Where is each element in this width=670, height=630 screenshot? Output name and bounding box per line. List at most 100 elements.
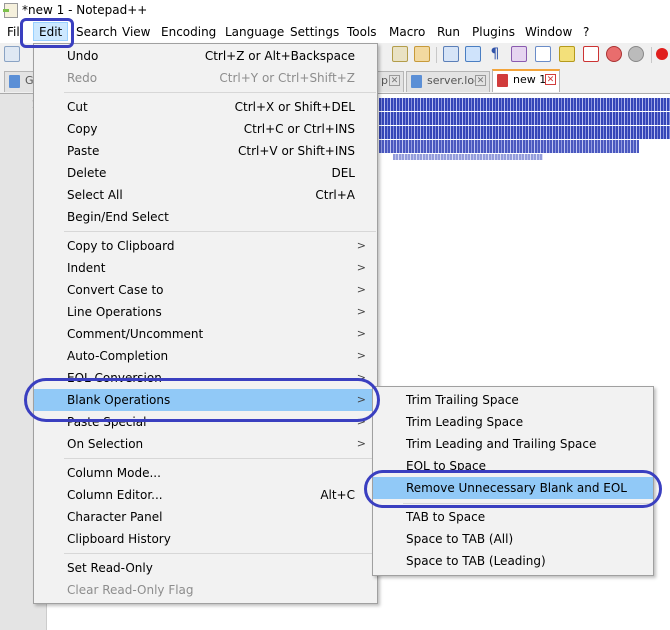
- menu-item-set-read-only[interactable]: Set Read-Only: [34, 557, 377, 579]
- function-list-icon[interactable]: [559, 46, 575, 62]
- menu-item-on-selection[interactable]: On Selection >: [34, 433, 377, 455]
- menu-run[interactable]: Run: [437, 25, 460, 39]
- menu-item-label: Delete: [67, 166, 107, 180]
- menu-item-convert-case[interactable]: Convert Case to >: [34, 279, 377, 301]
- submenu-item-space-to-tab-leading[interactable]: Space to TAB (Leading): [373, 550, 653, 572]
- menu-item-column-mode[interactable]: Column Mode...: [34, 462, 377, 484]
- submenu-item-tab-to-space[interactable]: TAB to Space: [373, 506, 653, 528]
- menu-tools[interactable]: Tools: [347, 25, 377, 39]
- menu-file[interactable]: Fil: [7, 25, 20, 39]
- close-tab-icon[interactable]: ✕: [389, 75, 400, 86]
- replace-icon[interactable]: [414, 46, 430, 62]
- menu-item-paste[interactable]: Paste Ctrl+V or Shift+INS: [34, 140, 377, 162]
- menu-item-auto-completion[interactable]: Auto-Completion >: [34, 345, 377, 367]
- tab-label: p: [381, 74, 388, 87]
- submenu-item-trim-leading-space[interactable]: Trim Leading Space: [373, 411, 653, 433]
- menu-item-copy-to-clipboard[interactable]: Copy to Clipboard >: [34, 235, 377, 257]
- submenu-item-space-to-tab-all[interactable]: Space to TAB (All): [373, 528, 653, 550]
- menu-item-paste-special[interactable]: Paste Special >: [34, 411, 377, 433]
- menu-item-clear-read-only-flag[interactable]: Clear Read-Only Flag: [34, 579, 377, 601]
- menu-item-redo[interactable]: Redo Ctrl+Y or Ctrl+Shift+Z: [34, 67, 377, 89]
- menu-item-shortcut: Ctrl+C or Ctrl+INS: [243, 122, 355, 136]
- menu-item-eol-conversion[interactable]: EOL Conversion >: [34, 367, 377, 389]
- new-file-icon[interactable]: [4, 46, 20, 62]
- folder-as-workspace-icon[interactable]: [583, 46, 599, 62]
- menu-window[interactable]: Window: [525, 25, 572, 39]
- menu-item-shortcut: Alt+C: [320, 488, 355, 502]
- menu-item-blank-operations[interactable]: Blank Operations >: [34, 389, 377, 411]
- menu-plugins[interactable]: Plugins: [472, 25, 515, 39]
- chevron-right-icon: >: [356, 305, 366, 318]
- menu-settings[interactable]: Settings: [290, 25, 339, 39]
- submenu-item-trim-leading-trailing-space[interactable]: Trim Leading and Trailing Space: [373, 433, 653, 455]
- menu-help[interactable]: ?: [583, 25, 589, 39]
- menu-item-label: Convert Case to: [67, 283, 164, 297]
- menu-item-character-panel[interactable]: Character Panel: [34, 506, 377, 528]
- menu-item-indent[interactable]: Indent >: [34, 257, 377, 279]
- toolbar-separator: [651, 47, 652, 63]
- menu-item-label: Auto-Completion: [67, 349, 169, 363]
- tab-new-1[interactable]: new 1 ✕: [492, 69, 560, 92]
- chevron-right-icon: >: [356, 239, 366, 252]
- menu-item-label: Space to TAB (Leading): [406, 554, 546, 568]
- menu-item-clipboard-history[interactable]: Clipboard History: [34, 528, 377, 550]
- blank-operations-submenu: Trim Trailing Space Trim Leading Space T…: [372, 386, 654, 576]
- menu-item-shortcut: Ctrl+X or Shift+DEL: [234, 100, 355, 114]
- menu-item-label: Copy: [67, 122, 98, 136]
- chevron-right-icon: >: [356, 393, 366, 406]
- stop-macro-icon[interactable]: [628, 46, 644, 62]
- menu-edit[interactable]: Edit: [33, 22, 69, 41]
- zoom-in-icon[interactable]: [443, 46, 459, 62]
- menu-item-label: Character Panel: [67, 510, 163, 524]
- menu-item-shortcut: Ctrl+Y or Ctrl+Shift+Z: [219, 71, 355, 85]
- menu-item-copy[interactable]: Copy Ctrl+C or Ctrl+INS: [34, 118, 377, 140]
- menu-item-cut[interactable]: Cut Ctrl+X or Shift+DEL: [34, 96, 377, 118]
- find-icon[interactable]: [392, 46, 408, 62]
- chevron-right-icon: >: [356, 415, 366, 428]
- menu-separator: [64, 231, 376, 232]
- menu-item-delete[interactable]: Delete DEL: [34, 162, 377, 184]
- menu-separator: [64, 553, 376, 554]
- menu-separator: [403, 503, 651, 504]
- file-icon: [9, 75, 20, 88]
- playback-icon[interactable]: [656, 48, 668, 60]
- chevron-right-icon: >: [356, 283, 366, 296]
- close-tab-icon[interactable]: ✕: [475, 75, 486, 86]
- menu-item-comment-uncomment[interactable]: Comment/Uncomment >: [34, 323, 377, 345]
- chevron-right-icon: >: [356, 349, 366, 362]
- menu-item-label: TAB to Space: [406, 510, 486, 524]
- menu-item-label: Blank Operations: [67, 393, 171, 407]
- menu-bar: Fil Edit Search View Encoding Language S…: [0, 22, 670, 44]
- menu-item-select-all[interactable]: Select All Ctrl+A: [34, 184, 377, 206]
- chevron-right-icon: >: [356, 261, 366, 274]
- word-wrap-icon[interactable]: [465, 46, 481, 62]
- submenu-item-remove-unnecessary-blank-eol[interactable]: Remove Unnecessary Blank and EOL: [373, 477, 653, 499]
- menu-item-begin-end-select[interactable]: Begin/End Select: [34, 206, 377, 228]
- menu-item-label: Paste: [67, 144, 100, 158]
- menu-item-label: Begin/End Select: [67, 210, 169, 224]
- menu-item-column-editor[interactable]: Column Editor... Alt+C: [34, 484, 377, 506]
- close-tab-icon[interactable]: ✕: [545, 74, 556, 85]
- toolbar-separator: [436, 47, 437, 63]
- tab-server-log[interactable]: server.log ✕: [406, 71, 490, 92]
- submenu-item-trim-trailing-space[interactable]: Trim Trailing Space: [373, 389, 653, 411]
- menu-item-shortcut: Ctrl+A: [315, 188, 355, 202]
- record-macro-icon[interactable]: [606, 46, 622, 62]
- menu-item-label: Remove Unnecessary Blank and EOL: [406, 481, 627, 495]
- document-map-icon[interactable]: [535, 46, 551, 62]
- menu-encoding[interactable]: Encoding: [161, 25, 216, 39]
- submenu-item-eol-to-space[interactable]: EOL to Space: [373, 455, 653, 477]
- menu-search[interactable]: Search: [76, 25, 117, 39]
- menu-item-undo[interactable]: Undo Ctrl+Z or Alt+Backspace: [34, 45, 377, 67]
- obscured-text-line: [393, 154, 543, 160]
- menu-item-line-operations[interactable]: Line Operations >: [34, 301, 377, 323]
- show-all-characters-icon[interactable]: ¶: [487, 46, 503, 62]
- menu-macro[interactable]: Macro: [389, 25, 425, 39]
- menu-item-label: Clear Read-Only Flag: [67, 583, 194, 597]
- title-bar: *new 1 - Notepad++: [0, 0, 670, 22]
- menu-view[interactable]: View: [122, 25, 150, 39]
- obscured-text-line: [379, 126, 670, 139]
- menu-item-label: Paste Special: [67, 415, 147, 429]
- indent-guide-icon[interactable]: [511, 46, 527, 62]
- menu-language[interactable]: Language: [225, 25, 284, 39]
